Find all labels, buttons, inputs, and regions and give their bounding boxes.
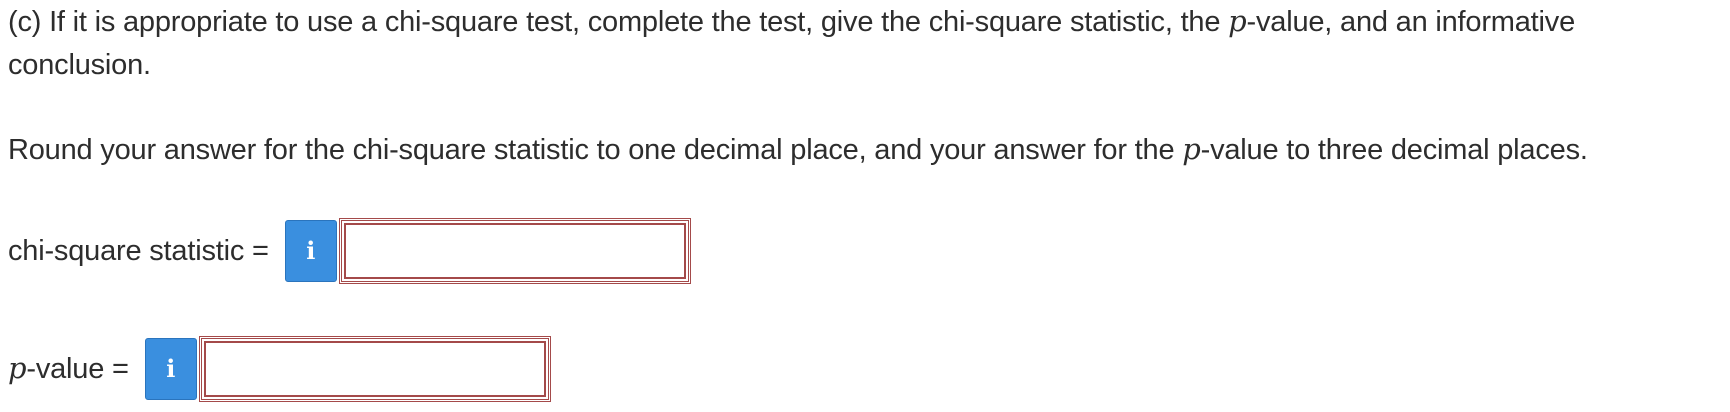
question-line-2: conclusion.: [8, 49, 151, 81]
question-text: (c) If it is appropriate to use a chi-sq…: [8, 0, 1726, 87]
p-variable: p: [1228, 4, 1247, 38]
question-suffix: -value, and an informative: [1246, 6, 1576, 38]
info-icon: i: [306, 236, 316, 265]
p-value-label-suffix: -value =: [26, 353, 129, 385]
rounding-instruction: Round your answer for the chi-square sta…: [8, 128, 1588, 172]
instruction-suffix: -value to three decimal places.: [1200, 134, 1588, 166]
chi-square-label: chi-square statistic =: [8, 234, 269, 267]
p-value-answer-row: p-value = i: [8, 336, 551, 402]
p-value-label: p-value =: [8, 347, 129, 391]
chi-square-input[interactable]: [338, 218, 691, 284]
question-line-1: (c) If it is appropriate to use a chi-sq…: [8, 0, 1726, 44]
instruction-prefix: Round your answer for the chi-square sta…: [8, 134, 1183, 166]
chi-square-answer-row: chi-square statistic = i: [8, 218, 691, 284]
p-value-input[interactable]: [198, 336, 551, 402]
info-icon: i: [166, 354, 176, 383]
chi-square-info-button[interactable]: i: [284, 220, 337, 282]
p-value-info-button[interactable]: i: [144, 338, 197, 400]
question-prefix: (c) If it is appropriate to use a chi-sq…: [8, 6, 1229, 38]
p-variable: p: [1182, 132, 1201, 166]
p-variable: p: [8, 351, 27, 385]
